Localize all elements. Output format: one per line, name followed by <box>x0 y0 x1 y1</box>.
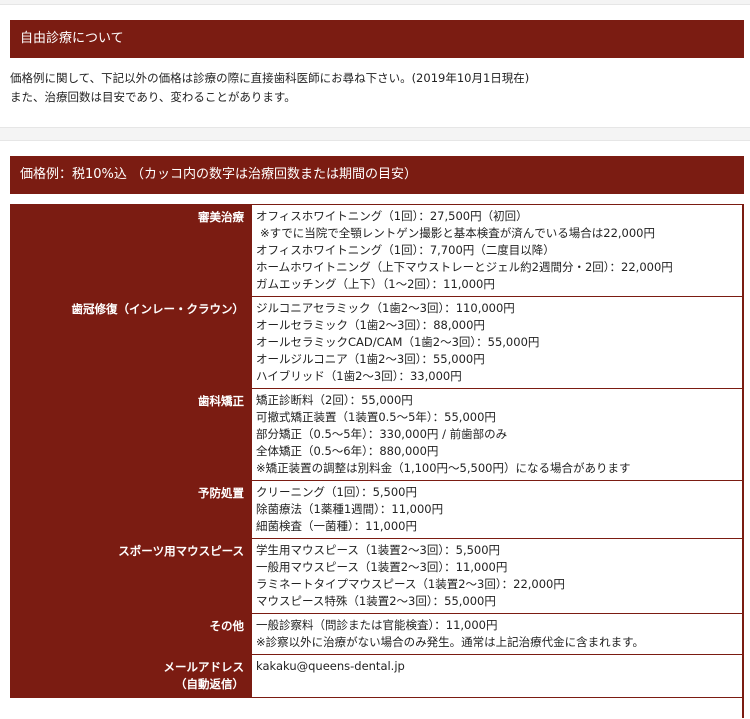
items-cell: クリーニング（1回）：5,500円除菌療法（1薬種1週間）：11,000円 細菌検… <box>251 480 744 539</box>
price-item: クリーニング（1回）：5,500円 <box>256 485 417 499</box>
price-item: ガムエッチング（上下）（1～2回）：11,000円 <box>256 277 495 291</box>
items-cell: 矯正診断料（2回）：55,000円可撤式矯正装置（1装置0.5～5年）：55,0… <box>251 388 744 481</box>
category-sub-label: （自動返信） <box>175 677 244 691</box>
table-row: その他 一般診察料（問診または官能検査）：11,000円 ※診察以外に治療がない場合… <box>10 613 744 655</box>
section-title-price-example: 価格例：税10%込 （カッコ内の数字は治療回数または期間の目安） <box>10 156 744 194</box>
category-label: スポーツ用マウスピース <box>118 544 244 558</box>
items-cell: kakaku@queens-dental.jp <box>251 654 744 698</box>
email-link[interactable]: kakaku@queens-dental.jp <box>256 658 739 675</box>
items-cell: オフィスホワイトニング（1回）：27,500円（初回） ※すでに当院で全顎レントゲ… <box>251 204 744 297</box>
price-item: 一般診察料（問診または官能検査）：11,000円 <box>256 618 498 632</box>
price-item: 可撤式矯正装置（1装置0.5～5年）：55,000円 <box>256 410 496 424</box>
price-item: マウスピース特殊（1装置2～3回）：55,000円 <box>256 594 496 608</box>
category-cell: 歯冠修復（インレー・クラウン） <box>10 296 252 389</box>
category-label: 歯科矯正 <box>198 394 244 408</box>
table-row: 審美治療 オフィスホワイトニング（1回）：27,500円（初回） ※すでに当院で全顎… <box>10 204 744 297</box>
price-item: ※すでに当院で全顎レントゲン撮影と基本検査が済んでいる場合は22,000円 <box>260 226 655 240</box>
price-item: ※矯正装置の調整は別料金（1,100円～5,500円）になる場合があります <box>256 461 631 475</box>
notice-line-1: 価格例に関して、下記以外の価格は診療の際に直接歯科医師にお尋ね下さい。(2019… <box>10 71 530 85</box>
table-row: スポーツ用マウスピース 学生用マウスピース（1装置2～3回）：5,500円 一般用マ… <box>10 538 744 614</box>
price-item: ハイブリッド（1歯2～3回）：33,000円 <box>256 369 462 383</box>
category-label: 歯冠修復（インレー・クラウン） <box>71 302 245 316</box>
price-item: オールセラミックCAD/CAM（1歯2～3回）：55,000円 <box>256 335 540 349</box>
category-cell: 歯科矯正 <box>10 388 252 481</box>
table-row: 歯科矯正 矯正診断料（2回）：55,000円可撤式矯正装置（1装置0.5～5年）：… <box>10 388 744 481</box>
price-item: オールセラミック（1歯2～3回）：88,000円 <box>256 318 485 332</box>
category-cell: スポーツ用マウスピース <box>10 538 252 614</box>
price-item: ラミネートタイプマウスピース（1装置2～3回）：22,000円 <box>256 577 565 591</box>
price-item: 除菌療法（1薬種1週間）：11,000円 <box>256 502 444 516</box>
category-label: その他 <box>209 619 245 633</box>
items-cell: 一般診察料（問診または官能検査）：11,000円 ※診察以外に治療がない場合のみ発… <box>251 613 744 655</box>
price-item: ※診察以外に治療がない場合のみ発生。通常は上記治療代金に含まれます。 <box>256 635 644 649</box>
price-item: オフィスホワイトニング（1回）：7,700円（二度目以降） <box>256 243 555 257</box>
items-cell: ジルコニアセラミック（1歯2～3回）：110,000円 オールセラミック（1歯2～… <box>251 296 744 389</box>
price-item: オールジルコニア（1歯2～3回）：55,000円 <box>256 352 485 366</box>
section-title-text: 価格例：税10%込 （カッコ内の数字は治療回数または期間の目安） <box>20 167 418 182</box>
category-label: 予防処置 <box>198 486 244 500</box>
price-item: ホームホワイトニング（上下マウストレーとジェル約2週間分・2回）：22,000円 <box>256 260 673 274</box>
section-title-free-treatment: 自由診療について <box>10 20 744 58</box>
section-title-text: 自由診療について <box>20 31 124 46</box>
items-cell: 学生用マウスピース（1装置2～3回）：5,500円 一般用マウスピース（1装置2～… <box>251 538 744 614</box>
price-item: 全体矯正（0.5～6年）：880,000円 <box>256 444 439 458</box>
category-label: 審美治療 <box>198 210 244 224</box>
table-row: 歯冠修復（インレー・クラウン） ジルコニアセラミック（1歯2～3回）：110,00… <box>10 296 744 389</box>
table-row: メールアドレス （自動返信） kakaku@queens-dental.jp <box>10 654 744 698</box>
price-item: 学生用マウスピース（1装置2～3回）：5,500円 <box>256 543 501 557</box>
category-cell: 予防処置 <box>10 480 252 539</box>
price-item: 一般用マウスピース（1装置2～3回）：11,000円 <box>256 560 508 574</box>
price-item: オフィスホワイトニング（1回）：27,500円（初回） <box>256 209 528 223</box>
price-table: 審美治療 オフィスホワイトニング（1回）：27,500円（初回） ※すでに当院で全顎… <box>10 204 744 698</box>
notice-line-2: また、治療回数は目安であり、変わることがあります。 <box>10 90 296 104</box>
category-cell: メールアドレス （自動返信） <box>10 654 252 698</box>
price-item: 矯正診断料（2回）：55,000円 <box>256 393 413 407</box>
category-cell: その他 <box>10 613 252 655</box>
price-item: ジルコニアセラミック（1歯2～3回）：110,000円 <box>256 301 515 315</box>
price-notice: 価格例に関して、下記以外の価格は診療の際に直接歯科医師にお尋ね下さい。(2019… <box>10 69 740 107</box>
category-label: メールアドレス <box>163 660 245 674</box>
price-item: 部分矯正（0.5～5年）：330,000円 / 前歯部のみ <box>256 427 508 441</box>
price-item: 細菌検査（一菌種）：11,000円 <box>256 519 417 533</box>
category-cell: 審美治療 <box>10 204 252 297</box>
table-row: 予防処置 クリーニング（1回）：5,500円除菌療法（1薬種1週間）：11,000… <box>10 480 744 539</box>
